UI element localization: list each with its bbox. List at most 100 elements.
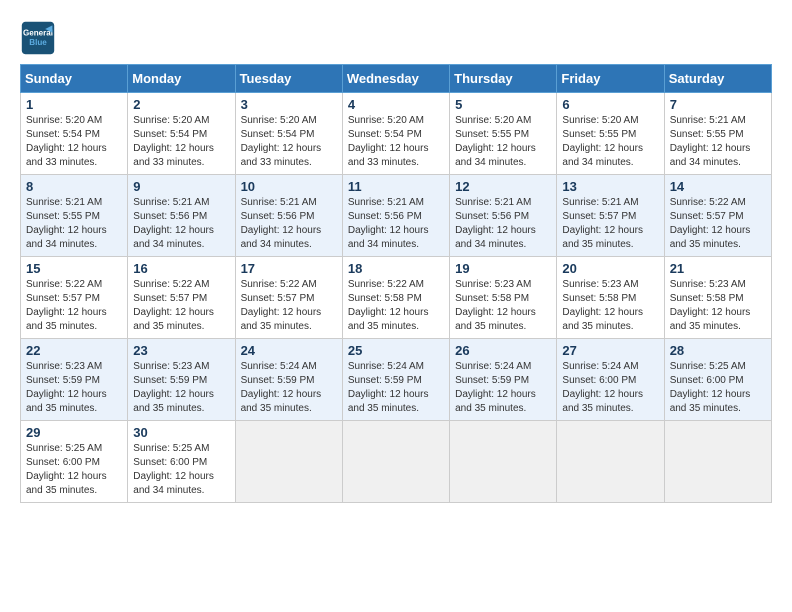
cell-content: Sunrise: 5:21 AMSunset: 5:55 PMDaylight:… [26, 196, 122, 252]
calendar-cell: 7 Sunrise: 5:21 AMSunset: 5:55 PMDaylight… [664, 93, 771, 175]
day-number: 8 [26, 179, 122, 194]
cell-content: Sunrise: 5:25 AMSunset: 6:00 PMDaylight:… [670, 360, 766, 416]
day-number: 10 [241, 179, 337, 194]
day-number: 24 [241, 343, 337, 358]
week-row-1: 1 Sunrise: 5:20 AMSunset: 5:54 PMDaylight… [21, 93, 772, 175]
day-number: 17 [241, 261, 337, 276]
day-number: 20 [562, 261, 658, 276]
calendar-cell: 3 Sunrise: 5:20 AMSunset: 5:54 PMDaylight… [235, 93, 342, 175]
cell-content: Sunrise: 5:25 AMSunset: 6:00 PMDaylight:… [133, 442, 229, 498]
cell-content: Sunrise: 5:21 AMSunset: 5:56 PMDaylight:… [348, 196, 444, 252]
day-number: 4 [348, 97, 444, 112]
day-header-wednesday: Wednesday [342, 65, 449, 93]
day-number: 26 [455, 343, 551, 358]
cell-content: Sunrise: 5:23 AMSunset: 5:59 PMDaylight:… [133, 360, 229, 416]
svg-text:Blue: Blue [29, 38, 47, 47]
header-row: SundayMondayTuesdayWednesdayThursdayFrid… [21, 65, 772, 93]
day-header-friday: Friday [557, 65, 664, 93]
header: General Blue [20, 20, 772, 56]
day-number: 12 [455, 179, 551, 194]
day-number: 27 [562, 343, 658, 358]
calendar-cell [342, 421, 449, 503]
day-number: 11 [348, 179, 444, 194]
calendar-cell: 9 Sunrise: 5:21 AMSunset: 5:56 PMDaylight… [128, 175, 235, 257]
cell-content: Sunrise: 5:24 AMSunset: 5:59 PMDaylight:… [241, 360, 337, 416]
day-number: 28 [670, 343, 766, 358]
day-number: 14 [670, 179, 766, 194]
calendar-cell: 17 Sunrise: 5:22 AMSunset: 5:57 PMDayligh… [235, 257, 342, 339]
day-number: 6 [562, 97, 658, 112]
day-header-thursday: Thursday [450, 65, 557, 93]
calendar-cell: 1 Sunrise: 5:20 AMSunset: 5:54 PMDaylight… [21, 93, 128, 175]
day-header-monday: Monday [128, 65, 235, 93]
day-number: 7 [670, 97, 766, 112]
cell-content: Sunrise: 5:24 AMSunset: 5:59 PMDaylight:… [348, 360, 444, 416]
calendar-cell [235, 421, 342, 503]
calendar-cell: 23 Sunrise: 5:23 AMSunset: 5:59 PMDayligh… [128, 339, 235, 421]
day-number: 18 [348, 261, 444, 276]
calendar-cell: 2 Sunrise: 5:20 AMSunset: 5:54 PMDaylight… [128, 93, 235, 175]
day-number: 16 [133, 261, 229, 276]
calendar-cell [450, 421, 557, 503]
day-number: 2 [133, 97, 229, 112]
calendar-cell [557, 421, 664, 503]
cell-content: Sunrise: 5:24 AMSunset: 6:00 PMDaylight:… [562, 360, 658, 416]
calendar-cell: 4 Sunrise: 5:20 AMSunset: 5:54 PMDaylight… [342, 93, 449, 175]
cell-content: Sunrise: 5:20 AMSunset: 5:55 PMDaylight:… [455, 114, 551, 170]
calendar-cell: 13Sunrise: 5:21 AMSunset: 5:57 PMDayligh… [557, 175, 664, 257]
calendar-cell: 29 Sunrise: 5:25 AMSunset: 6:00 PMDayligh… [21, 421, 128, 503]
day-header-saturday: Saturday [664, 65, 771, 93]
logo: General Blue [20, 20, 56, 56]
calendar-cell: 26 Sunrise: 5:24 AMSunset: 5:59 PMDayligh… [450, 339, 557, 421]
cell-content: Sunrise: 5:22 AMSunset: 5:58 PMDaylight:… [348, 278, 444, 334]
calendar-cell: 11 Sunrise: 5:21 AMSunset: 5:56 PMDayligh… [342, 175, 449, 257]
cell-content: Sunrise: 5:21 AMSunset: 5:55 PMDaylight:… [670, 114, 766, 170]
cell-content: Sunrise: 5:23 AMSunset: 5:58 PMDaylight:… [670, 278, 766, 334]
calendar-cell: 10 Sunrise: 5:21 AMSunset: 5:56 PMDayligh… [235, 175, 342, 257]
week-row-2: 8 Sunrise: 5:21 AMSunset: 5:55 PMDaylight… [21, 175, 772, 257]
cell-content: Sunrise: 5:20 AMSunset: 5:54 PMDaylight:… [348, 114, 444, 170]
calendar-cell: 30Sunrise: 5:25 AMSunset: 6:00 PMDayligh… [128, 421, 235, 503]
day-number: 23 [133, 343, 229, 358]
cell-content: Sunrise: 5:21 AMSunset: 5:56 PMDaylight:… [455, 196, 551, 252]
cell-content: Sunrise: 5:22 AMSunset: 5:57 PMDaylight:… [133, 278, 229, 334]
cell-content: Sunrise: 5:22 AMSunset: 5:57 PMDaylight:… [241, 278, 337, 334]
day-number: 1 [26, 97, 122, 112]
cell-content: Sunrise: 5:24 AMSunset: 5:59 PMDaylight:… [455, 360, 551, 416]
calendar-cell: 18 Sunrise: 5:22 AMSunset: 5:58 PMDayligh… [342, 257, 449, 339]
day-number: 9 [133, 179, 229, 194]
cell-content: Sunrise: 5:20 AMSunset: 5:54 PMDaylight:… [241, 114, 337, 170]
calendar-cell: 15 Sunrise: 5:22 AMSunset: 5:57 PMDayligh… [21, 257, 128, 339]
calendar-cell: 27 Sunrise: 5:24 AMSunset: 6:00 PMDayligh… [557, 339, 664, 421]
day-number: 5 [455, 97, 551, 112]
cell-content: Sunrise: 5:22 AMSunset: 5:57 PMDaylight:… [26, 278, 122, 334]
cell-content: Sunrise: 5:21 AMSunset: 5:56 PMDaylight:… [241, 196, 337, 252]
logo-icon: General Blue [20, 20, 56, 56]
cell-content: Sunrise: 5:25 AMSunset: 6:00 PMDaylight:… [26, 442, 122, 498]
week-row-3: 15 Sunrise: 5:22 AMSunset: 5:57 PMDayligh… [21, 257, 772, 339]
cell-content: Sunrise: 5:20 AMSunset: 5:54 PMDaylight:… [26, 114, 122, 170]
day-number: 21 [670, 261, 766, 276]
week-row-5: 29 Sunrise: 5:25 AMSunset: 6:00 PMDayligh… [21, 421, 772, 503]
day-number: 3 [241, 97, 337, 112]
day-number: 29 [26, 425, 122, 440]
calendar-table: SundayMondayTuesdayWednesdayThursdayFrid… [20, 64, 772, 503]
calendar-cell: 20 Sunrise: 5:23 AMSunset: 5:58 PMDayligh… [557, 257, 664, 339]
calendar-cell: 8 Sunrise: 5:21 AMSunset: 5:55 PMDaylight… [21, 175, 128, 257]
cell-content: Sunrise: 5:23 AMSunset: 5:59 PMDaylight:… [26, 360, 122, 416]
cell-content: Sunrise: 5:21 AMSunset: 5:56 PMDaylight:… [133, 196, 229, 252]
day-number: 22 [26, 343, 122, 358]
calendar-cell: 14 Sunrise: 5:22 AMSunset: 5:57 PMDayligh… [664, 175, 771, 257]
day-number: 15 [26, 261, 122, 276]
cell-content: Sunrise: 5:22 AMSunset: 5:57 PMDaylight:… [670, 196, 766, 252]
calendar-cell: 24 Sunrise: 5:24 AMSunset: 5:59 PMDayligh… [235, 339, 342, 421]
day-header-sunday: Sunday [21, 65, 128, 93]
calendar-cell: 16 Sunrise: 5:22 AMSunset: 5:57 PMDayligh… [128, 257, 235, 339]
day-number: 25 [348, 343, 444, 358]
week-row-4: 22 Sunrise: 5:23 AMSunset: 5:59 PMDayligh… [21, 339, 772, 421]
calendar-cell: 28 Sunrise: 5:25 AMSunset: 6:00 PMDayligh… [664, 339, 771, 421]
cell-content: Sunrise: 5:20 AMSunset: 5:54 PMDaylight:… [133, 114, 229, 170]
cell-content: Sunrise: 5:23 AMSunset: 5:58 PMDaylight:… [562, 278, 658, 334]
day-header-tuesday: Tuesday [235, 65, 342, 93]
cell-content: Sunrise: 5:21 AMSunset: 5:57 PMDaylight:… [562, 196, 658, 252]
